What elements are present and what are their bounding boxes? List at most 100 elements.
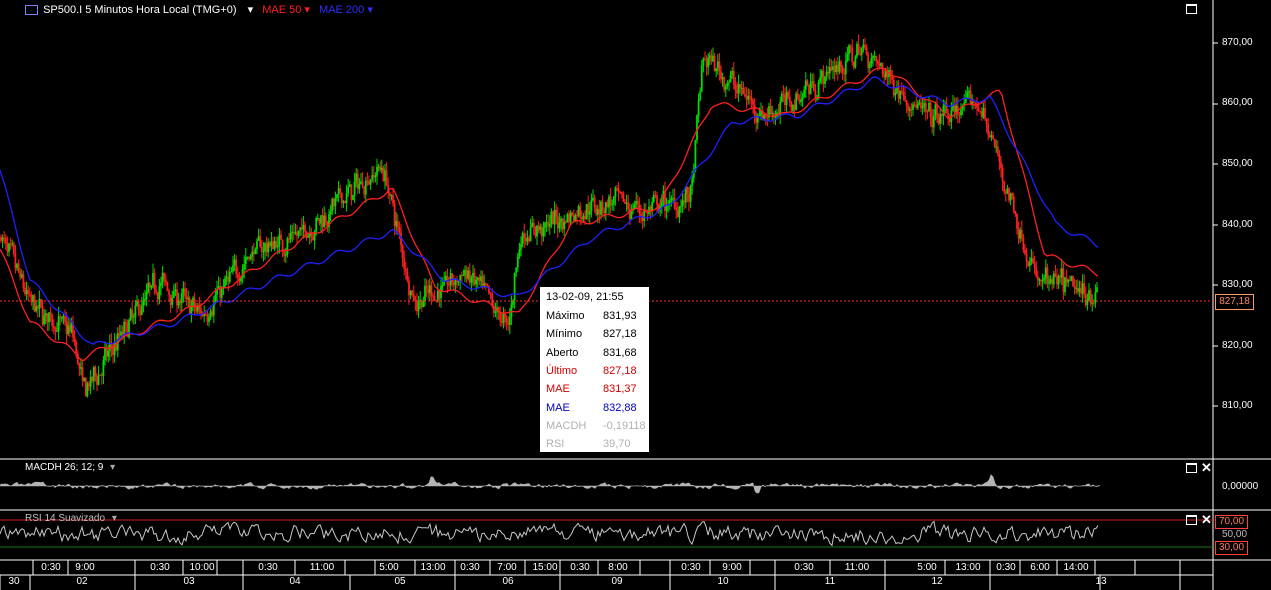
candle: [350, 184, 353, 200]
symbol-dropdown-icon[interactable]: ▾: [248, 4, 254, 16]
candle: [340, 192, 343, 204]
candle: [153, 272, 156, 290]
candle: [624, 201, 626, 204]
candle: [1001, 168, 1004, 182]
candle: [235, 259, 238, 275]
candle: [848, 45, 850, 55]
candle: [972, 101, 975, 103]
candle: [534, 226, 537, 237]
candle: [54, 327, 57, 332]
date-tick: 10: [717, 576, 729, 587]
candle: [249, 256, 252, 260]
candle: [649, 206, 652, 212]
candle: [518, 249, 521, 257]
candle: [118, 333, 121, 336]
candle: [352, 194, 354, 200]
candle: [286, 238, 289, 255]
macd-close-icon[interactable]: ✕: [1201, 461, 1212, 474]
candle: [80, 367, 82, 369]
candle: [840, 61, 842, 67]
candle: [49, 312, 52, 316]
macd-maximize-icon[interactable]: [1186, 463, 1197, 473]
candle: [864, 44, 866, 47]
candle: [705, 59, 708, 68]
candle: [883, 74, 886, 78]
candle: [529, 227, 532, 242]
candle: [876, 61, 879, 64]
rsi-close-icon[interactable]: ✕: [1201, 513, 1212, 526]
candle: [868, 63, 871, 69]
candle: [1022, 238, 1025, 250]
rsi-dropdown-icon[interactable]: ▾: [112, 513, 117, 524]
maximize-icon[interactable]: [1186, 4, 1197, 14]
candle: [739, 84, 742, 89]
candle: [62, 316, 65, 319]
tooltip-row-label: Último: [546, 364, 578, 377]
candle: [276, 245, 279, 248]
candle: [406, 271, 409, 281]
price-tick: 810,00: [1222, 400, 1253, 411]
candle: [24, 287, 26, 294]
candle: [900, 90, 903, 92]
candle: [737, 84, 740, 94]
candle: [385, 170, 388, 186]
candle: [329, 211, 332, 215]
candle: [131, 309, 134, 318]
candle: [915, 104, 918, 108]
candle: [296, 232, 298, 236]
candle: [484, 283, 487, 285]
candle: [476, 277, 479, 280]
rsi-maximize-icon[interactable]: [1186, 515, 1197, 525]
candle: [993, 138, 996, 148]
candle: [1040, 279, 1042, 282]
candle: [988, 134, 991, 138]
candle: [547, 222, 550, 227]
candle: [880, 63, 882, 66]
candle: [707, 57, 710, 68]
symbol-label[interactable]: SP500.I 5 Minutos Hora Local (TMG+0): [43, 4, 237, 16]
candle: [486, 283, 489, 286]
macd-dropdown-icon[interactable]: ▾: [110, 462, 115, 473]
candle: [724, 86, 727, 90]
tooltip-row: Mínimo 827,18: [546, 328, 646, 342]
candle: [1030, 258, 1033, 263]
rsi-title[interactable]: RSI 14 Suavizado: [25, 513, 105, 524]
tooltip-row: Último 827,18: [546, 365, 646, 379]
candle: [532, 222, 535, 227]
candle: [1028, 262, 1031, 267]
candle: [998, 153, 1001, 163]
mae50-dropdown-icon[interactable]: ▾: [304, 4, 310, 16]
date-tick: 02: [76, 576, 88, 587]
candle: [97, 375, 100, 385]
candle: [227, 276, 230, 282]
macd-title[interactable]: MACDH 26; 12; 9: [25, 462, 103, 473]
time-tick: 0:30: [41, 562, 61, 573]
candle: [564, 221, 567, 223]
date-tick: 03: [183, 576, 195, 587]
candle: [152, 272, 154, 286]
tooltip-row-value: 831,37: [603, 383, 637, 396]
candle: [278, 234, 281, 246]
candle: [129, 309, 132, 321]
tooltip-datetime: 13-02-09, 21:55: [546, 291, 624, 303]
mae200-label[interactable]: MAE 200: [319, 4, 364, 16]
mae50-label[interactable]: MAE 50: [262, 4, 301, 16]
candle: [140, 305, 143, 315]
candle: [1017, 228, 1020, 239]
candle: [252, 251, 255, 254]
candle: [408, 280, 410, 296]
candle: [1035, 267, 1038, 277]
time-tick: 0:30: [570, 562, 590, 573]
candle: [457, 281, 460, 283]
mae200-dropdown-icon[interactable]: ▾: [367, 4, 373, 16]
candle: [232, 265, 234, 272]
time-tick: 5:00: [917, 562, 937, 573]
candle: [224, 278, 226, 287]
candle: [160, 282, 162, 287]
candle: [833, 66, 836, 72]
candle: [620, 191, 623, 194]
candle: [788, 96, 791, 103]
candle: [260, 247, 263, 252]
candle: [321, 215, 324, 228]
candle: [88, 383, 90, 387]
